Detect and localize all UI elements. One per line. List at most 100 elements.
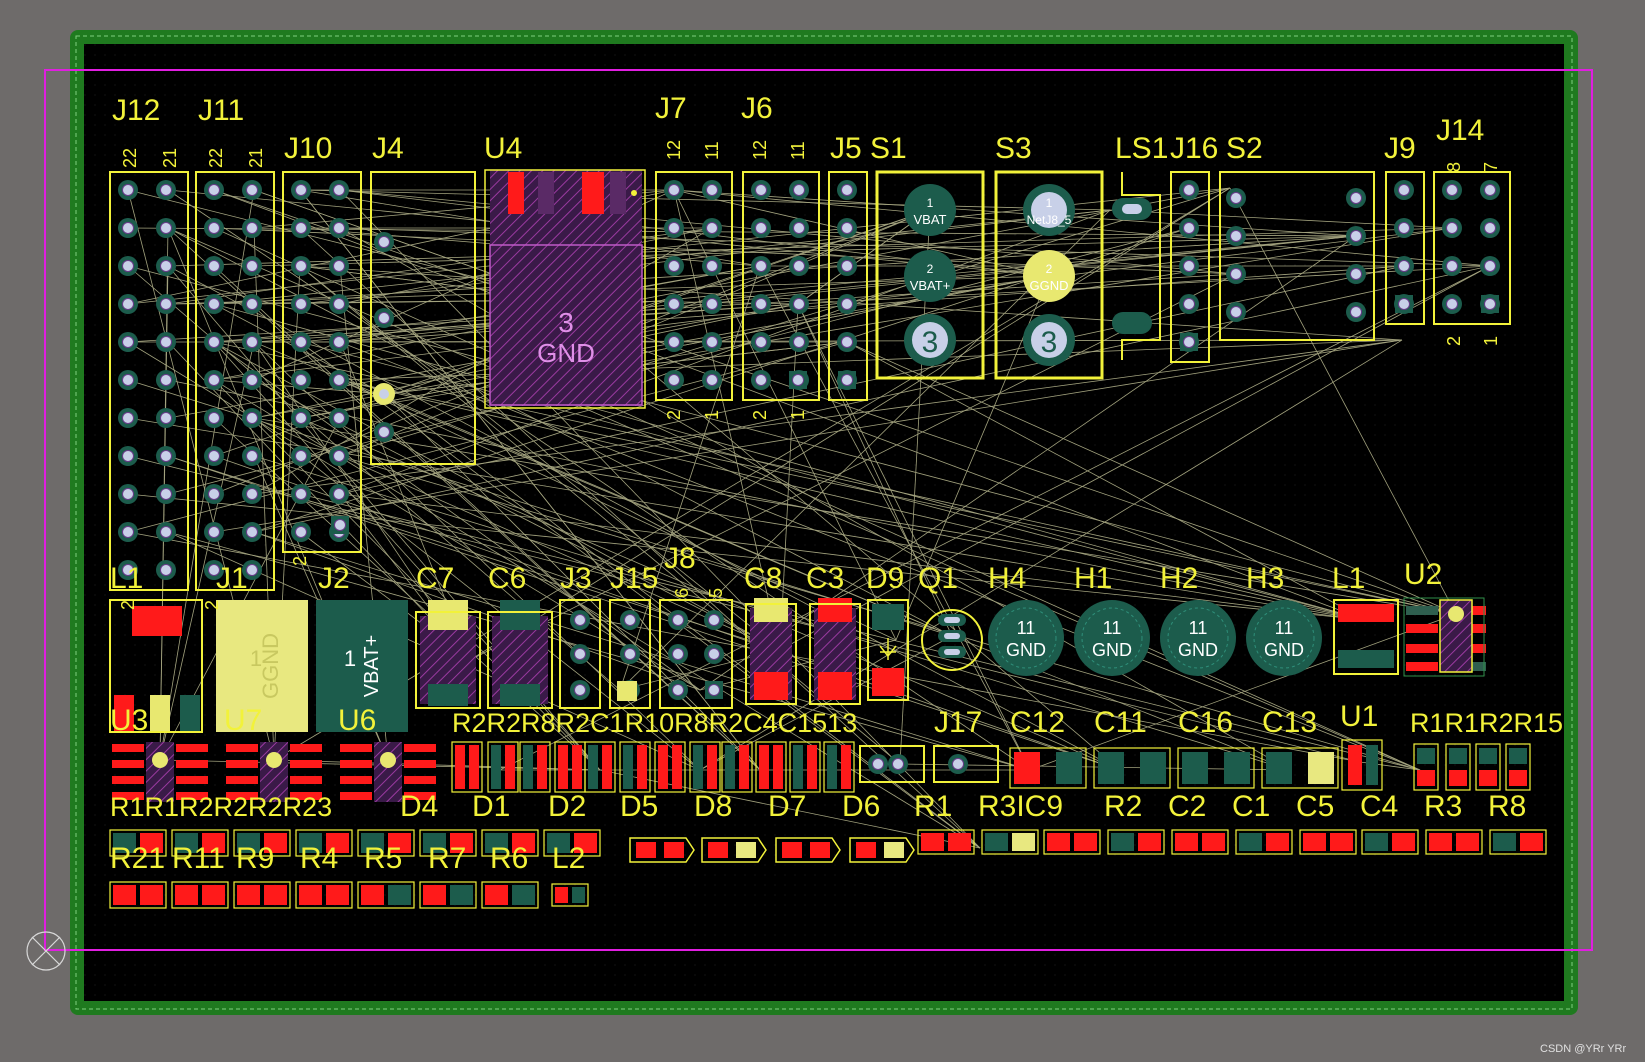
- c16-pad: [1182, 752, 1208, 784]
- mounting-hole-net: GND: [1178, 640, 1218, 660]
- designator-u6: U6: [338, 704, 376, 737]
- u6-pad: [404, 760, 436, 768]
- designator-d2: D2: [548, 790, 586, 823]
- pin-number-label: 12: [664, 140, 684, 160]
- designator-d1: D1: [472, 790, 510, 823]
- row1-resistor-pad: [469, 745, 479, 789]
- pin-number-label: 2: [202, 600, 222, 610]
- c7-pad: [428, 684, 468, 706]
- u6-pad: [340, 792, 372, 800]
- q1-pad-hole: [944, 649, 960, 655]
- designator-c3: C3: [806, 562, 844, 595]
- row1-resistor-pad: [827, 745, 837, 789]
- u7-pad: [226, 760, 258, 768]
- pcb-editor-canvas[interactable]: 3GND1VBAT2VBAT+31NetJ8_52GGND31GGND 1 VBAT…: [0, 0, 1645, 1062]
- pin-number-label: 1: [1481, 336, 1501, 346]
- u4-pad-number: 3: [558, 307, 574, 338]
- s3-pad-number: 1: [1046, 196, 1053, 210]
- l1b-pad: [1338, 650, 1394, 668]
- designator-c1: C1: [1232, 790, 1270, 823]
- u4-pin1-dot: [631, 190, 637, 196]
- row3-resistor-pad: [202, 885, 225, 905]
- row2-resistor-pad: [985, 833, 1008, 851]
- row1-resistor-pad: [693, 745, 703, 789]
- row3-resistor-pad: [299, 885, 322, 905]
- designator-r1: R1: [914, 790, 952, 823]
- c12-pad: [1056, 752, 1082, 784]
- designator-c13: C13: [1262, 706, 1317, 739]
- row3-resistor-pad: [450, 885, 473, 905]
- l1-pad: [132, 606, 182, 636]
- u4-lead-pad: [538, 172, 554, 214]
- right-resistor-pad: [1509, 748, 1527, 764]
- s3-pad-number: 2: [1046, 262, 1053, 276]
- diode-pad: [664, 842, 684, 858]
- designator-c12: C12: [1010, 706, 1065, 739]
- designator-h1: H1: [1074, 562, 1112, 595]
- mounting-hole-number: 11: [1189, 618, 1208, 638]
- designator-u3: U3: [110, 704, 148, 737]
- row2-resistor-pad: [1012, 833, 1035, 851]
- j1-net-label: GGND: [258, 633, 283, 699]
- d9-pad: [872, 604, 904, 630]
- row1-resistor-pad: [658, 745, 668, 789]
- u6-pad: [404, 776, 436, 784]
- s1-pad-number: 3: [922, 326, 939, 359]
- d9-pad: [872, 668, 904, 696]
- row2-resistor-pad: [1456, 833, 1479, 851]
- row2-resistor-pad: [1138, 833, 1161, 851]
- l2-pad: [555, 887, 568, 903]
- row1-resistor-pad: [491, 745, 501, 789]
- pin-number-label: 2: [290, 556, 310, 566]
- row2-resistor-pad: [1175, 833, 1198, 851]
- designator-r8: R8: [1488, 790, 1526, 823]
- u6-pad: [340, 744, 372, 752]
- pin-number-label: 22: [206, 148, 226, 168]
- u3-pad: [112, 744, 144, 752]
- c16-pad: [1224, 752, 1250, 784]
- right-resistor-pad: [1417, 748, 1435, 764]
- designator-j4: J4: [372, 132, 404, 165]
- j2-net-label: VBAT+: [361, 635, 383, 697]
- row1-resistor-pad: [505, 745, 515, 789]
- row3-resistor-pad: [264, 885, 287, 905]
- row1-resistor-pad: [707, 745, 717, 789]
- pin-number-label: 5: [706, 588, 726, 598]
- c13-pad: [1308, 752, 1334, 784]
- designator-r2: R2: [1104, 790, 1142, 823]
- row3-resistor-pad: [140, 885, 163, 905]
- u3-pad: [112, 760, 144, 768]
- pin-number-label: 2: [664, 410, 684, 420]
- mounting-hole-pad: [988, 600, 1064, 676]
- designator-c11: C11: [1094, 706, 1147, 739]
- row2-resistor-pad: [1111, 833, 1134, 851]
- row3-resistor-pad: [423, 885, 446, 905]
- designator-r5: R5: [364, 842, 402, 875]
- c8-pad: [754, 598, 788, 622]
- row2-resistor-pad: [921, 833, 944, 851]
- row1-resistor-pad: [537, 745, 547, 789]
- designator-d6: D6: [842, 790, 880, 823]
- row3-resistor-pad: [485, 885, 508, 905]
- u7-pad: [290, 776, 322, 784]
- u7-pin1: [266, 752, 282, 768]
- u2-pad: [1406, 662, 1438, 671]
- j2-pad-number: 1: [344, 646, 356, 671]
- designator-h4: H4: [988, 562, 1026, 595]
- row1-resistor-pad: [572, 745, 582, 789]
- pin-number-label: 11: [702, 141, 722, 160]
- mounting-hole-pad: [1246, 600, 1322, 676]
- diode-pad: [636, 842, 656, 858]
- c3-pad: [818, 672, 852, 700]
- watermark-text: CSDN @YRr YRr: [1540, 1043, 1626, 1055]
- designator-row2_group: R1R1R2R2R2R23: [110, 792, 332, 822]
- u7-pad: [226, 776, 258, 784]
- row2-resistor-pad: [1392, 833, 1415, 851]
- designator-r11: R11: [172, 842, 225, 875]
- u2-pad: [1406, 624, 1438, 633]
- l1-pad: [180, 695, 200, 731]
- u2-pin1: [1448, 606, 1464, 622]
- right-resistor-pad: [1449, 770, 1467, 786]
- designator-j17: J17: [934, 706, 982, 739]
- row2-resistor-pad: [1330, 833, 1353, 851]
